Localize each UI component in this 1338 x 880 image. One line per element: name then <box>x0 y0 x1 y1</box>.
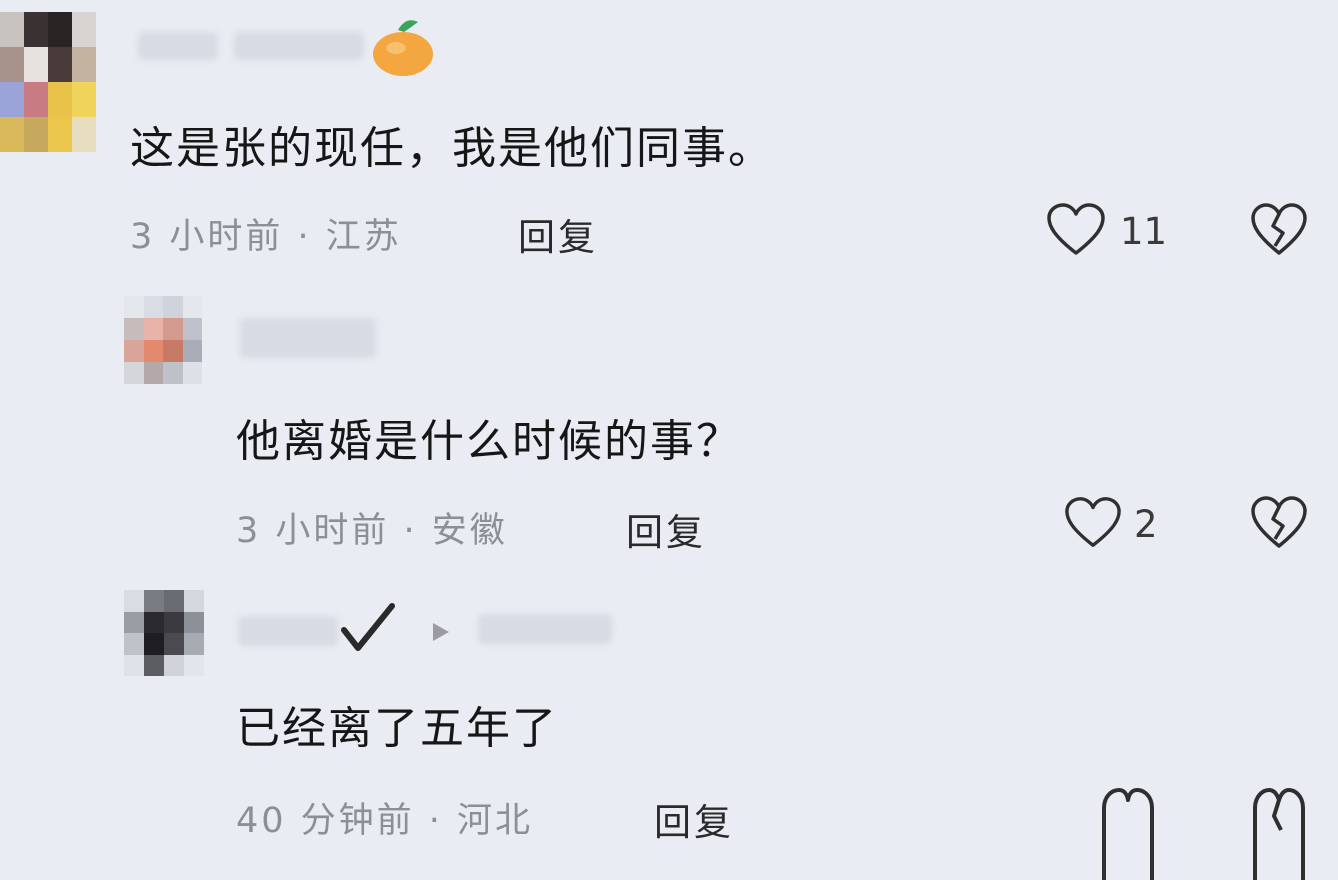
avatar[interactable] <box>124 590 204 676</box>
comment-meta: 3 小时前 · 安徽 <box>236 511 508 551</box>
username-blurred[interactable] <box>238 616 338 646</box>
heart-outline-icon[interactable] <box>1098 786 1158 880</box>
comment-meta: 3 小时前 · 江苏 <box>130 217 402 257</box>
broken-heart-icon[interactable] <box>1250 786 1308 880</box>
comment-meta: 40 分钟前 · 河北 <box>236 801 534 841</box>
triangle-right-icon <box>433 623 449 641</box>
comment-text: 这是张的现任，我是他们同事。 <box>130 123 774 174</box>
broken-heart-icon[interactable] <box>1250 495 1308 551</box>
reply-button[interactable]: 回复 <box>518 207 598 261</box>
reply-button[interactable]: 回复 <box>626 502 706 556</box>
like-count: 11 <box>1120 210 1168 253</box>
heart-outline-icon[interactable] <box>1046 202 1106 258</box>
username-blurred[interactable] <box>478 614 612 644</box>
orange-badge-icon <box>373 20 433 76</box>
username-blurred[interactable] <box>234 32 364 60</box>
username-blurred[interactable] <box>138 32 218 60</box>
reply-button[interactable]: 回复 <box>654 792 734 846</box>
comment-text: 已经离了五年了 <box>236 703 558 754</box>
username-blurred[interactable] <box>240 318 376 358</box>
checkmark-icon <box>341 603 395 651</box>
avatar[interactable] <box>124 296 202 384</box>
avatar[interactable] <box>0 12 96 152</box>
comment-text: 他离婚是什么时候的事？ <box>236 416 742 467</box>
like-count: 2 <box>1134 503 1158 546</box>
broken-heart-icon[interactable] <box>1250 202 1308 258</box>
heart-outline-icon[interactable] <box>1064 495 1122 551</box>
